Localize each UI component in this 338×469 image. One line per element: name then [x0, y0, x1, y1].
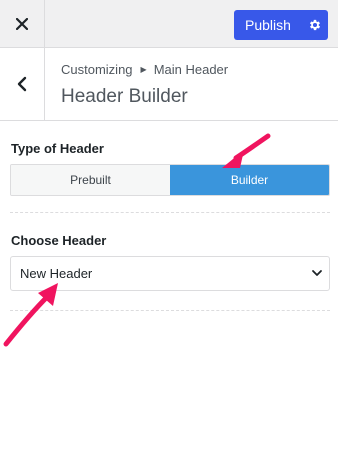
publish-button[interactable]: Publish [234, 10, 302, 40]
section-divider [10, 212, 330, 213]
section-divider [10, 310, 330, 311]
publish-group: Publish [234, 10, 328, 40]
customizer-topbar: Publish [0, 0, 338, 48]
publish-settings-button[interactable] [302, 10, 328, 40]
prebuilt-option[interactable]: Prebuilt [11, 165, 170, 195]
type-of-header-label: Type of Header [11, 141, 104, 156]
close-icon [16, 18, 28, 30]
choose-header-value: New Header [20, 266, 93, 281]
chevron-down-icon [312, 270, 322, 276]
breadcrumb-current: Main Header [153, 62, 229, 77]
chevron-left-icon [17, 76, 27, 92]
back-button[interactable] [0, 48, 45, 120]
breadcrumb: Customizing ▶ Main Header [61, 62, 228, 77]
header-type-toggle: Prebuilt Builder [10, 164, 330, 196]
panel-header: Customizing ▶ Main Header Header Builder [0, 48, 338, 121]
triangle-right-icon: ▶ [140, 65, 147, 74]
annotation-arrow [3, 283, 58, 347]
builder-option[interactable]: Builder [170, 165, 329, 195]
close-button[interactable] [0, 0, 45, 48]
breadcrumb-parent: Customizing [61, 62, 133, 77]
page-title: Header Builder [61, 86, 188, 107]
choose-header-select[interactable]: New Header [10, 256, 330, 291]
choose-header-label: Choose Header [11, 233, 107, 248]
gear-icon [309, 19, 321, 31]
